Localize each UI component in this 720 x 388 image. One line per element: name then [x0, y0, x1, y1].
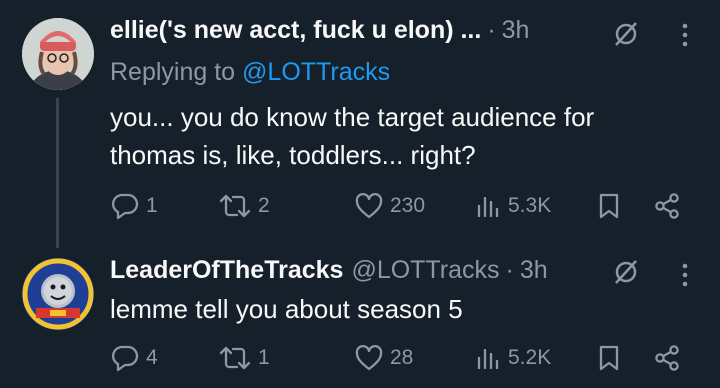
views-button[interactable]: 5.3K	[474, 191, 551, 221]
separator-dot: ·	[505, 256, 514, 284]
share-icon	[655, 193, 679, 219]
views-icon	[477, 196, 499, 218]
bookmark-button[interactable]	[596, 343, 622, 373]
reply-icon	[111, 193, 139, 220]
thread-line	[56, 98, 59, 248]
share-icon	[655, 345, 679, 371]
avatar[interactable]	[22, 258, 94, 330]
views-count: 5.2K	[508, 346, 552, 369]
timestamp[interactable]: 3h	[502, 16, 530, 45]
views-count: 5.3K	[508, 194, 552, 217]
share-button[interactable]	[652, 343, 682, 373]
more-options-icon[interactable]	[680, 262, 690, 293]
like-button[interactable]: 28	[354, 343, 413, 373]
like-count: 230	[390, 194, 426, 217]
repost-button[interactable]: 1	[218, 343, 270, 373]
tweet-text-line: thomas is, like, toddlers... right?	[110, 140, 476, 170]
heart-icon	[355, 345, 383, 371]
repost-icon	[219, 346, 251, 370]
reply-icon	[111, 345, 139, 372]
tweet-text: lemme tell you about season 5	[110, 290, 690, 328]
repost-icon	[219, 194, 251, 218]
separator-dot: ·	[487, 16, 496, 44]
avatar[interactable]	[22, 18, 94, 90]
bookmark-button[interactable]	[596, 191, 622, 221]
user-handle[interactable]: @LOTTracks	[351, 256, 499, 285]
reply-button[interactable]: 4	[110, 343, 158, 373]
views-button[interactable]: 5.2K	[474, 343, 551, 373]
repost-count: 2	[258, 194, 270, 217]
avatar-image	[22, 18, 94, 90]
tweet-text-line: you... you do know the target audience f…	[110, 102, 595, 132]
mention-link[interactable]: @LOTTracks	[242, 58, 390, 86]
like-count: 28	[390, 346, 414, 369]
reply-count: 4	[146, 346, 158, 369]
replying-to: Replying to @LOTTracks	[110, 58, 390, 87]
reply-count: 1	[146, 194, 158, 217]
display-name[interactable]: ellie('s new acct, fuck u elon) ...	[110, 16, 481, 45]
bookmark-icon	[599, 345, 619, 371]
replying-to-label: Replying to	[110, 58, 236, 86]
grok-icon[interactable]	[612, 258, 640, 291]
action-bar: 4 1 28 5.2K	[110, 343, 700, 373]
avatar-image	[22, 258, 94, 330]
tweet-header: ellie('s new acct, fuck u elon) ... · 3h	[110, 16, 529, 45]
repost-button[interactable]: 2	[218, 191, 270, 221]
repost-count: 1	[258, 346, 270, 369]
action-bar: 1 2 230 5.3K	[110, 191, 700, 221]
grok-icon[interactable]	[612, 20, 640, 53]
like-button[interactable]: 230	[354, 191, 425, 221]
more-options-icon[interactable]	[680, 22, 690, 53]
views-icon	[477, 348, 499, 370]
display-name[interactable]: LeaderOfTheTracks	[110, 256, 343, 285]
heart-icon	[355, 193, 383, 219]
share-button[interactable]	[652, 191, 682, 221]
tweet-text: you... you do know the target audience f…	[110, 98, 690, 174]
tweet-header: LeaderOfTheTracks @LOTTracks · 3h	[110, 256, 548, 285]
timestamp[interactable]: 3h	[520, 256, 548, 285]
reply-button[interactable]: 1	[110, 191, 158, 221]
tweet-text-line: lemme tell you about season 5	[110, 294, 463, 324]
bookmark-icon	[599, 193, 619, 219]
